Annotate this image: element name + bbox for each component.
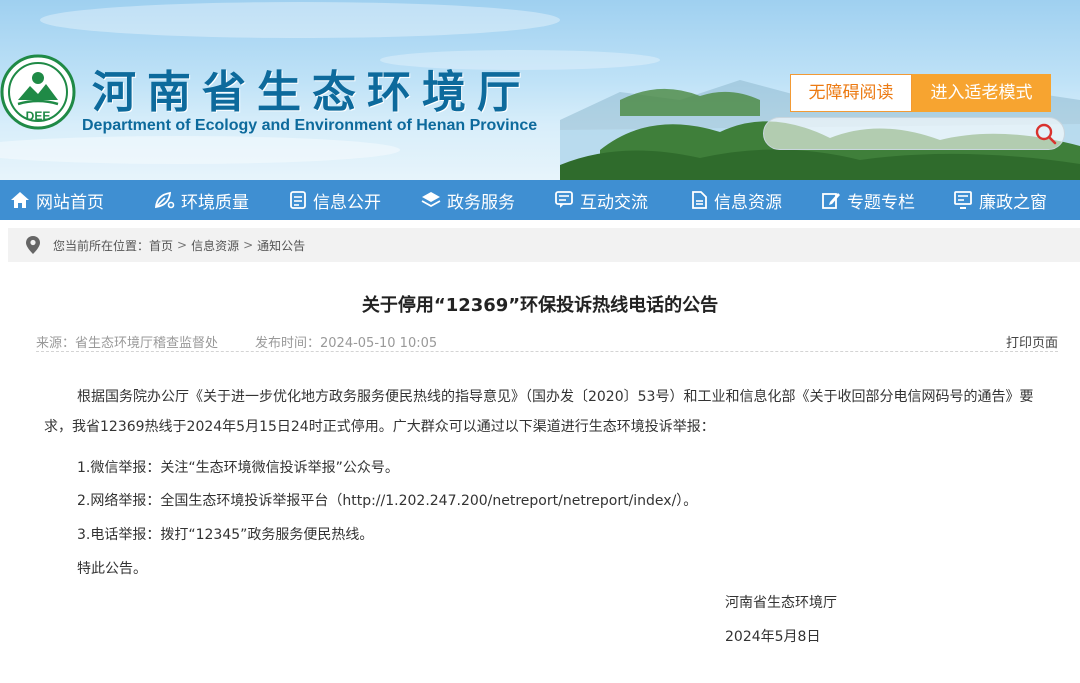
nav-label: 信息公开 — [313, 192, 381, 213]
print-page-link[interactable]: 打印页面 — [1006, 332, 1058, 351]
leaf-icon — [155, 191, 175, 209]
nav-item-government-services[interactable]: 政务服务 — [421, 180, 515, 220]
nav-label: 信息资源 — [714, 192, 782, 213]
department-emblem: DEE — [0, 54, 76, 130]
article-intro-paragraph: 根据国务院办公厅《关于进一步优化地方政务服务便民热线的指导意见》（国办发〔202… — [44, 389, 1034, 435]
nav-label: 政务服务 — [447, 192, 515, 213]
breadcrumb-separator: > — [177, 238, 188, 252]
file-icon — [692, 191, 707, 209]
breadcrumb-home[interactable]: 首页 — [149, 237, 173, 254]
main-nav: 网站首页 环境质量 信息公开 政务服务 互动交流 信息资源 专题专栏 廉政之窗 — [0, 180, 1080, 220]
nav-label: 互动交流 — [580, 192, 648, 213]
nav-label: 廉政之窗 — [979, 192, 1047, 213]
site-title: 河南省生态环境厅 — [92, 67, 532, 118]
article-signature: 河南省生态环境厅 — [725, 595, 837, 611]
monitor-icon — [954, 191, 972, 209]
breadcrumb: 您当前所在位置： 首页 > 信息资源 > 通知公告 — [8, 228, 1080, 262]
nav-item-integrity-window[interactable]: 廉政之窗 — [953, 180, 1047, 220]
site-header: DEE 河南省生态环境厅 Department of Ecology and E… — [0, 0, 1080, 180]
breadcrumb-info-resources[interactable]: 信息资源 — [191, 237, 239, 254]
document-icon — [290, 191, 306, 209]
site-subtitle: Department of Ecology and Environment of… — [82, 117, 538, 134]
search-input[interactable] — [776, 123, 1021, 145]
layers-icon — [421, 192, 441, 208]
emblem-text: DEE — [26, 109, 51, 123]
nav-item-environment-quality[interactable]: 环境质量 — [153, 180, 249, 220]
home-icon — [11, 192, 29, 208]
nav-label: 专题专栏 — [847, 192, 915, 213]
article-title: 关于停用“12369”环保投诉热线电话的公告 — [361, 295, 719, 316]
breadcrumb-separator: > — [243, 238, 254, 252]
article-item-phone: 3.电话举报：拨打“12345”政务服务便民热线。 — [77, 527, 374, 543]
search-icon[interactable] — [1034, 122, 1058, 146]
nav-item-special-topics[interactable]: 专题专栏 — [821, 180, 915, 220]
article-item-wechat: 1.微信举报：关注“生态环境微信投诉举报”公众号。 — [77, 460, 399, 476]
edit-icon — [822, 193, 840, 209]
nav-item-home[interactable]: 网站首页 — [10, 180, 104, 220]
nav-label: 网站首页 — [36, 192, 104, 213]
search-box — [763, 117, 1065, 150]
article-publish-time: 发布时间：2024-05-10 10:05 — [255, 336, 438, 351]
breadcrumb-prefix: 您当前所在位置： — [53, 238, 150, 253]
elder-mode-button[interactable]: 进入适老模式 — [912, 74, 1051, 112]
article-source: 来源：省生态环境厅稽查监督处 — [36, 336, 219, 351]
accessible-reading-button[interactable]: 无障碍阅读 — [790, 74, 912, 112]
article-sign-date: 2024年5月8日 — [725, 629, 821, 645]
article-item-online: 2.网络举报：全国生态环境投诉举报平台（http://1.202.247.200… — [77, 493, 698, 509]
location-pin-icon — [26, 236, 40, 254]
nav-label: 环境质量 — [181, 192, 249, 213]
nav-item-info-disclosure[interactable]: 信息公开 — [289, 180, 381, 220]
chat-icon — [555, 191, 573, 208]
nav-item-info-resources[interactable]: 信息资源 — [690, 180, 782, 220]
breadcrumb-notices[interactable]: 通知公告 — [257, 237, 305, 254]
article-meta: 来源：省生态环境厅稽查监督处 发布时间：2024-05-10 10:05 打印页… — [36, 332, 1058, 352]
nav-item-interaction[interactable]: 互动交流 — [554, 180, 648, 220]
article-closing: 特此公告。 — [77, 561, 147, 577]
